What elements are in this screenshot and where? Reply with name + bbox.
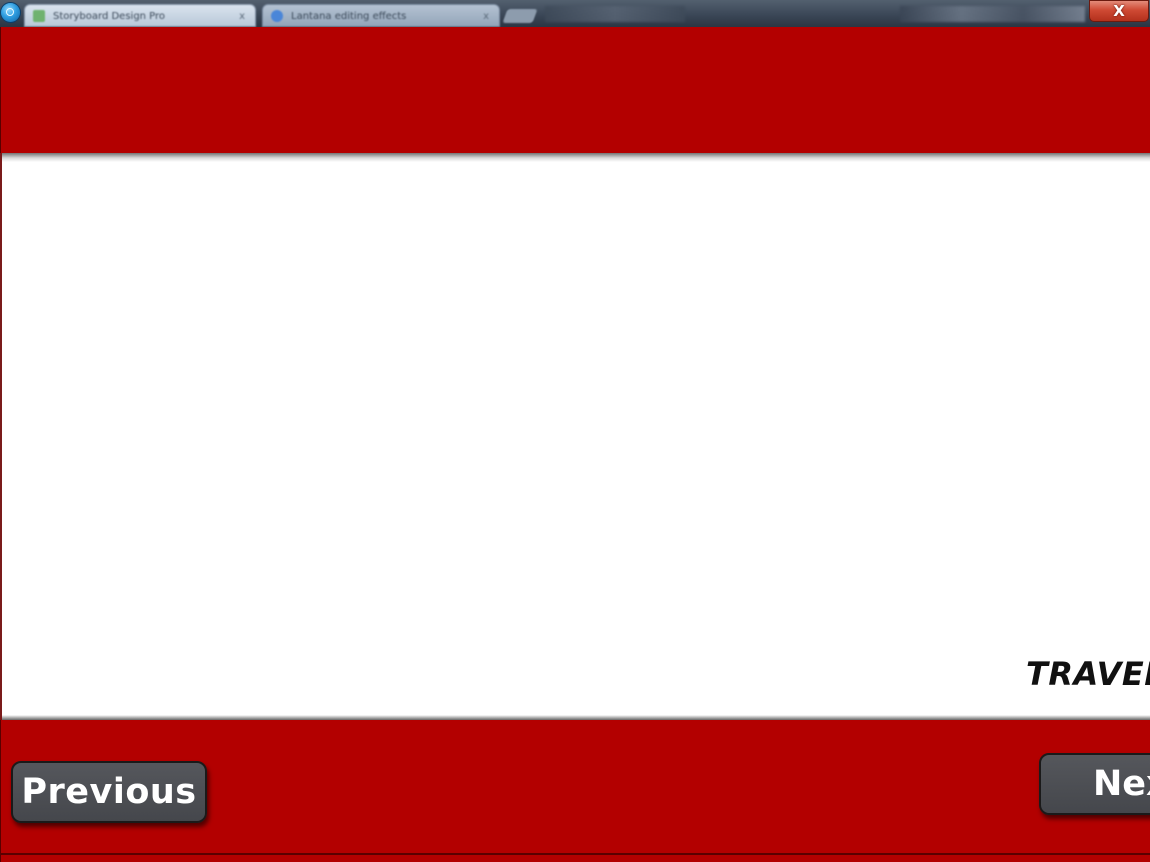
blurred-tray-region [900, 6, 1085, 22]
window-titlebar: Storyboard Design Pro x Lantana editing … [0, 0, 1150, 28]
window-close-icon: X [1113, 2, 1125, 20]
app-window: Storyboard Design Pro x Lantana editing … [0, 0, 1150, 862]
content-area: TRAVEL [0, 153, 1150, 720]
window-close-button[interactable]: X [1089, 0, 1149, 22]
navigation-band: Previous Next [0, 720, 1150, 862]
travel-label: TRAVEL [1026, 655, 1150, 693]
tab-label: Lantana editing effects [291, 11, 407, 22]
previous-button[interactable]: Previous [11, 761, 207, 823]
tab-favicon-icon [271, 10, 283, 22]
new-tab-button[interactable] [502, 9, 538, 23]
tab-close-icon[interactable]: x [483, 5, 489, 26]
tab-label: Storyboard Design Pro [53, 11, 166, 22]
tab-close-icon[interactable]: x [239, 5, 245, 26]
nav-band-divider [1, 853, 1150, 855]
browser-tab-2[interactable]: Lantana editing effects x [262, 4, 500, 27]
next-button[interactable]: Next [1039, 753, 1150, 815]
content-top-shadow [2, 153, 1150, 162]
app-globe-icon [1, 3, 20, 22]
browser-tab-1[interactable]: Storyboard Design Pro x [24, 4, 256, 27]
blurred-titlebar-region [545, 6, 685, 22]
header-band [0, 27, 1150, 153]
tab-favicon-icon [33, 10, 45, 22]
